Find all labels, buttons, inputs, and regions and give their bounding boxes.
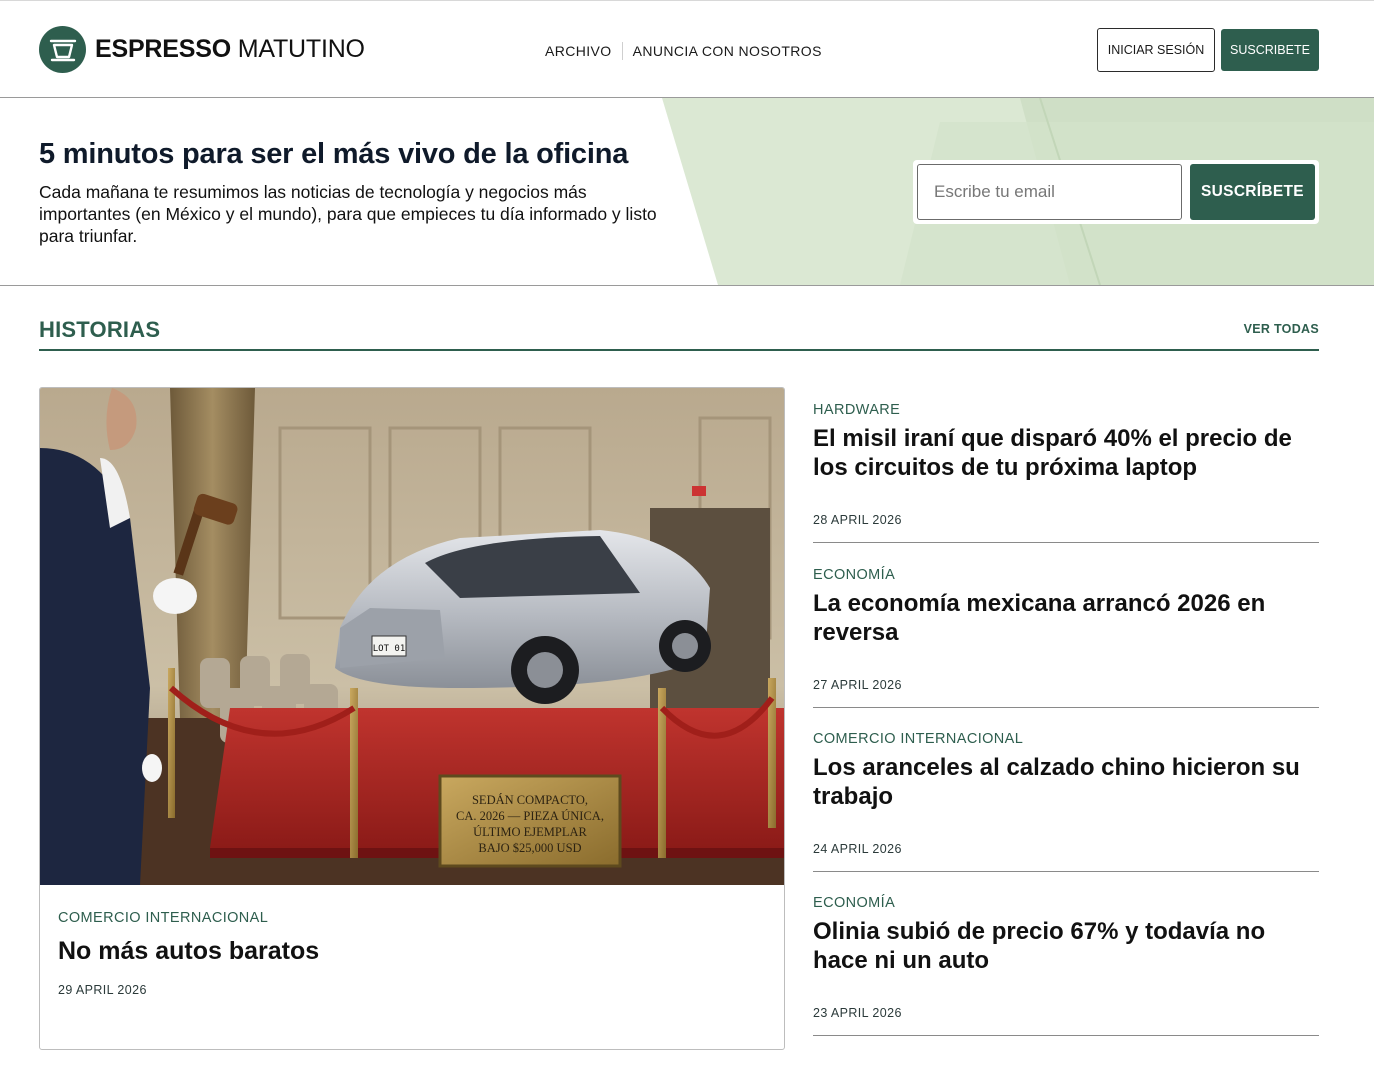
hero-description: Cada mañana te resumimos las noticias de… [39, 182, 657, 246]
story-list-item[interactable]: HARDWARE El misil iraní que disparó 40% … [813, 387, 1319, 543]
newsletter-form: SUSCRÍBETE [913, 160, 1319, 224]
story-title[interactable]: Los aranceles al calzado chino hicieron … [813, 753, 1319, 811]
story-list-item[interactable]: COMERCIO INTERNACIONAL Los aranceles al … [813, 716, 1319, 872]
newsletter-hero: 5 minutos para ser el más vivo de la ofi… [0, 98, 1374, 286]
login-button[interactable]: INICIAR SESIÓN [1097, 28, 1215, 72]
see-all-link[interactable]: VER TODAS [1244, 322, 1319, 336]
story-category[interactable]: ECONOMÍA [813, 895, 895, 911]
hero-title: 5 minutos para ser el más vivo de la ofi… [39, 138, 629, 170]
featured-category[interactable]: COMERCIO INTERNACIONAL [58, 910, 268, 926]
section-title: HISTORIAS [39, 317, 161, 342]
featured-story-image: LOT 01 SEDÁN COMPACTO, CA. 2026 — PIEZA … [40, 388, 784, 885]
plaque-line-4: BAJO $25,000 USD [478, 841, 581, 855]
story-date: 28 APRIL 2026 [813, 513, 902, 527]
story-title[interactable]: Olinia subió de precio 67% y todavía no … [813, 917, 1319, 975]
story-list-item[interactable]: ECONOMÍA Olinia subió de precio 67% y to… [813, 880, 1319, 1036]
story-date: 24 APRIL 2026 [813, 842, 902, 856]
story-date: 23 APRIL 2026 [813, 1006, 902, 1020]
main-nav: ARCHIVO ANUNCIA CON NOSOTROS [545, 42, 822, 60]
plaque-line-1: SEDÁN COMPACTO, [472, 793, 588, 807]
plate-text: LOT 01 [373, 644, 406, 654]
nav-item-archivo[interactable]: ARCHIVO [545, 43, 612, 59]
story-title[interactable]: El misil iraní que disparó 40% el precio… [813, 424, 1319, 482]
logo-wordmark: ESPRESSO MATUTINO [95, 35, 365, 63]
header-subscribe-button[interactable]: SUSCRIBETE [1221, 29, 1319, 71]
story-date: 27 APRIL 2026 [813, 678, 902, 692]
story-category[interactable]: COMERCIO INTERNACIONAL [813, 731, 1023, 747]
featured-date: 29 APRIL 2026 [58, 983, 147, 997]
story-category[interactable]: ECONOMÍA [813, 567, 895, 583]
featured-title[interactable]: No más autos baratos [58, 937, 319, 966]
nav-divider [621, 42, 623, 60]
story-category[interactable]: HARDWARE [813, 402, 900, 418]
hero-subscribe-button[interactable]: SUSCRÍBETE [1190, 164, 1315, 220]
site-header: ESPRESSO MATUTINO ARCHIVO ANUNCIA CON NO… [0, 0, 1374, 98]
featured-story-card[interactable]: LOT 01 SEDÁN COMPACTO, CA. 2026 — PIEZA … [39, 387, 785, 1050]
nav-item-anuncia[interactable]: ANUNCIA CON NOSOTROS [633, 43, 822, 59]
email-input[interactable] [917, 164, 1182, 220]
plaque-line-3: ÚLTIMO EJEMPLAR [473, 825, 587, 839]
plaque-line-2: CA. 2026 — PIEZA ÚNICA, [456, 809, 604, 823]
section-divider [39, 349, 1319, 351]
story-list-item[interactable]: ECONOMÍA La economía mexicana arrancó 20… [813, 552, 1319, 708]
story-title[interactable]: La economía mexicana arrancó 2026 en rev… [813, 589, 1319, 647]
site-logo[interactable]: ESPRESSO MATUTINO [39, 26, 365, 73]
coffee-cup-icon [39, 26, 86, 73]
